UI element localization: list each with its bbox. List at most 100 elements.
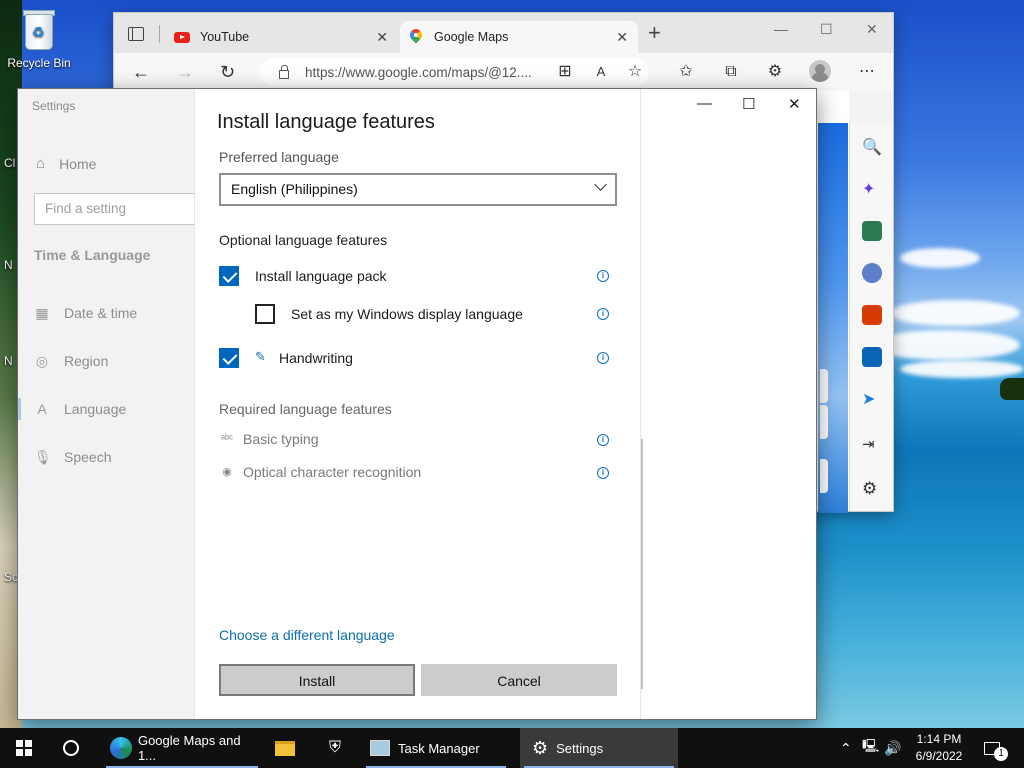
taskbar: Google Maps and 1... ⛨ Task Manager ⚙ Se… <box>0 728 1024 768</box>
calendar-clock-icon: ▦ <box>35 305 49 321</box>
close-tab-icon[interactable]: ✕ <box>376 29 388 46</box>
sidebar-item-label: Language <box>64 401 127 417</box>
close-tab-icon[interactable]: ✕ <box>616 29 628 46</box>
minimize-button[interactable]: — <box>774 21 788 37</box>
sidebar-item-label: Region <box>64 353 109 369</box>
preferred-language-label: Preferred language <box>219 149 339 165</box>
install-language-pack-checkbox[interactable] <box>219 266 239 286</box>
window-title: Settings <box>32 99 76 113</box>
info-icon[interactable]: i <box>597 352 609 364</box>
google-maps-icon <box>410 29 422 45</box>
map-control[interactable] <box>820 405 828 439</box>
map-control[interactable] <box>820 459 828 493</box>
back-icon[interactable]: ← <box>132 62 150 83</box>
feature-label: Basic typing <box>243 431 319 447</box>
clock[interactable]: 1:14 PM 6/9/2022 <box>902 731 976 765</box>
new-tab-button[interactable]: + <box>648 22 661 44</box>
tab-actions-icon[interactable] <box>128 27 144 41</box>
read-aloud-icon[interactable]: A <box>592 63 610 81</box>
info-icon[interactable]: i <box>597 467 609 479</box>
send-icon[interactable]: ➤ <box>862 389 882 409</box>
gear-icon[interactable]: ⚙ <box>862 479 882 499</box>
sidebar-toggle-icon[interactable]: ⇥ <box>862 435 882 455</box>
install-button[interactable]: Install <box>219 664 415 696</box>
maximize-button[interactable]: ☐ <box>742 95 755 113</box>
discover-icon[interactable]: ✦ <box>862 179 882 199</box>
handwriting-checkbox[interactable] <box>219 348 239 368</box>
shopping-icon[interactable] <box>862 221 882 241</box>
choose-different-language-link[interactable]: Choose a different language <box>219 627 395 643</box>
home-icon: ⌂ <box>36 155 46 172</box>
tab-youtube[interactable]: YouTube ✕ <box>164 21 398 53</box>
cancel-button[interactable]: Cancel <box>421 664 617 696</box>
map-view[interactable] <box>818 123 848 513</box>
close-button[interactable]: ✕ <box>866 21 878 38</box>
search-circle-icon[interactable] <box>63 740 79 756</box>
sidebar-item-language[interactable]: A Language <box>34 401 126 417</box>
volume-icon[interactable]: 🔊 <box>884 728 901 768</box>
recycle-bin-icon: ♻ <box>21 8 57 52</box>
required-feature-row: ◉ Optical character recognition <box>219 464 421 480</box>
info-icon[interactable]: i <box>597 270 609 282</box>
collections-icon[interactable]: ⧉ <box>722 63 740 81</box>
dropdown-value: English (Philippines) <box>231 181 358 197</box>
taskbar-item-file-explorer[interactable] <box>270 728 300 768</box>
more-options-icon[interactable]: ⋯ <box>858 63 876 81</box>
recycle-bin-shortcut[interactable]: ♻ Recycle Bin <box>6 8 72 70</box>
sidebar-item-date-time[interactable]: ▦ Date & time <box>34 305 137 321</box>
forward-icon[interactable]: → <box>176 62 194 83</box>
network-icon[interactable]: 🖳 <box>862 728 879 768</box>
security-shield-icon: ⛨ <box>328 739 341 756</box>
start-button[interactable] <box>16 740 32 756</box>
desktop-icon-label-fragment: Cl <box>4 156 16 170</box>
refresh-icon[interactable]: ↻ <box>220 62 235 83</box>
taskbar-item-settings[interactable]: ⚙ Settings <box>520 728 678 768</box>
notifications-icon[interactable]: 1 <box>984 728 1008 768</box>
tab-google-maps[interactable]: Google Maps ✕ <box>400 21 638 53</box>
people-icon[interactable] <box>862 263 882 283</box>
outlook-icon[interactable] <box>862 347 882 367</box>
sidebar-item-region[interactable]: ◎ Region <box>34 353 108 369</box>
address-bar[interactable]: https://www.google.com/maps/@12.... <box>259 58 649 86</box>
sidebar-item-label: Speech <box>64 449 112 465</box>
preferred-language-dropdown[interactable]: English (Philippines) <box>219 173 617 206</box>
extensions-icon[interactable]: ⚙ <box>766 63 784 81</box>
taskbar-item-task-manager[interactable]: Task Manager <box>362 728 510 768</box>
map-control[interactable] <box>820 369 828 403</box>
info-icon[interactable]: i <box>597 434 609 446</box>
favorites-icon[interactable]: ✩ <box>677 63 695 81</box>
search-icon[interactable]: 🔍 <box>862 137 882 157</box>
checkbox-label: Handwriting <box>279 350 353 366</box>
minimize-button[interactable]: — <box>697 95 712 112</box>
cloud <box>900 360 1024 378</box>
search-input[interactable]: Find a setting <box>34 193 196 225</box>
taskbar-item-edge[interactable]: Google Maps and 1... <box>102 728 262 768</box>
info-icon[interactable]: i <box>597 308 609 320</box>
apps-icon[interactable]: ⊞ <box>556 63 574 81</box>
required-feature-row: ᵃᵇᶜ Basic typing <box>219 431 319 447</box>
dialog-title: Install language features <box>217 111 435 133</box>
office-icon[interactable] <box>862 305 882 325</box>
cloud <box>900 248 980 268</box>
taskbar-item-label: Google Maps and 1... <box>137 733 241 763</box>
install-language-dialog: Install language features Preferred lang… <box>194 89 641 719</box>
add-favorite-icon[interactable]: ☆ <box>626 63 644 81</box>
maximize-button[interactable]: ☐ <box>820 21 833 38</box>
tab-label: Google Maps <box>434 30 509 44</box>
checkbox-label: Set as my Windows display language <box>291 306 523 322</box>
home-nav-item[interactable]: ⌂ Home <box>36 155 96 172</box>
handwriting-icon: ✎ <box>255 349 266 364</box>
file-explorer-icon <box>275 740 295 756</box>
home-label: Home <box>59 155 97 172</box>
display-language-checkbox[interactable] <box>255 304 275 324</box>
close-button[interactable]: ✕ <box>788 95 801 113</box>
taskbar-item-security[interactable]: ⛨ <box>320 728 350 768</box>
profile-avatar[interactable] <box>809 60 831 82</box>
scrollbar[interactable] <box>641 439 643 689</box>
settings-sidebar: Settings ⌂ Home Find a setting Time & La… <box>18 89 196 719</box>
gear-icon: ⚙ <box>532 737 549 758</box>
sidebar-item-speech[interactable]: 🎙 Speech <box>34 449 111 465</box>
divider <box>159 25 160 43</box>
show-hidden-icons[interactable]: ⌃ <box>840 728 852 768</box>
required-features-header: Required language features <box>219 401 392 417</box>
